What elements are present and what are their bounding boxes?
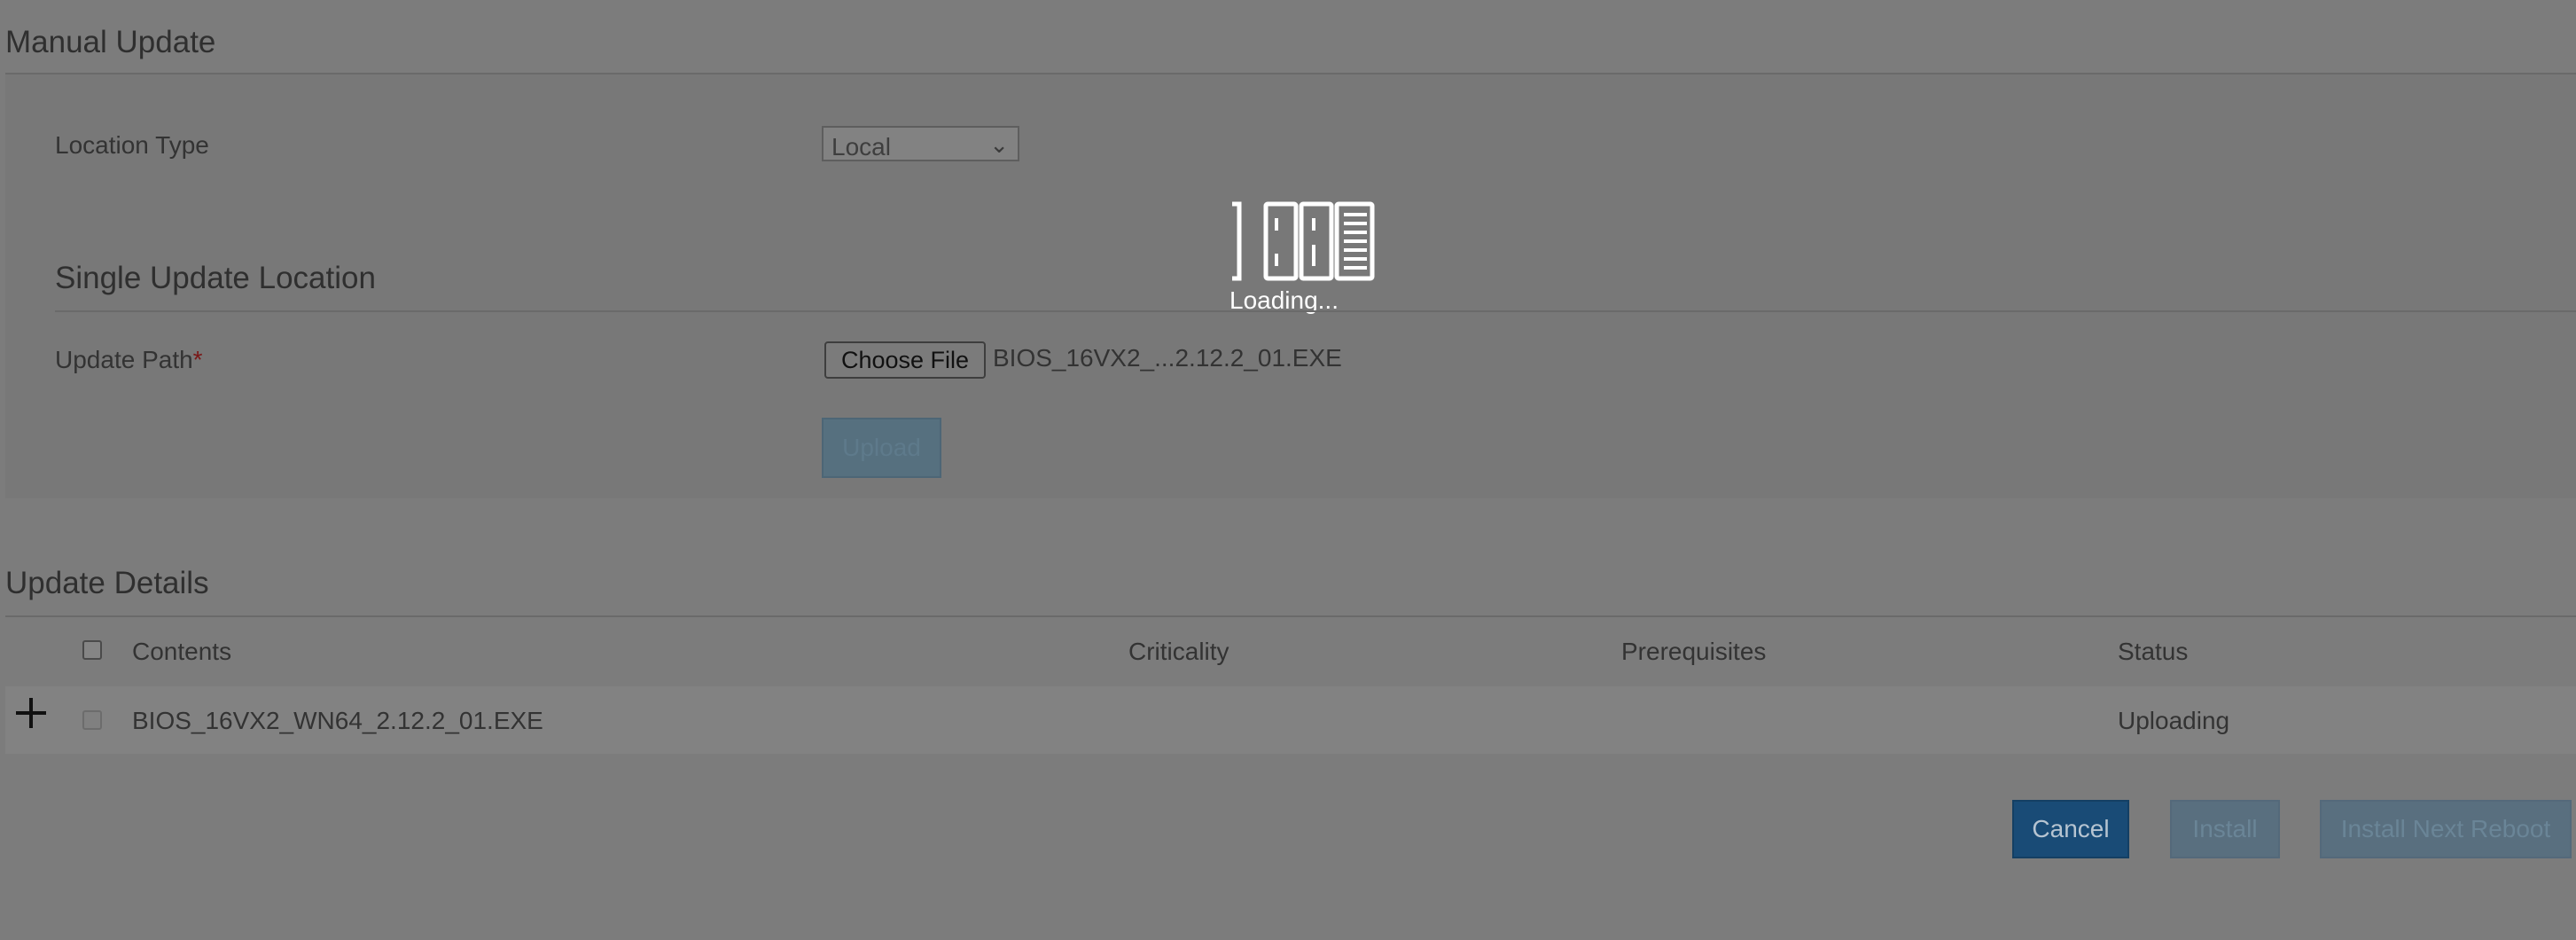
chevron-down-icon: ⌄: [989, 131, 1009, 158]
select-all-checkbox[interactable]: [82, 640, 102, 660]
column-header-contents[interactable]: Contents: [132, 638, 231, 666]
single-update-location-title: Single Update Location: [55, 261, 376, 295]
cancel-button[interactable]: Cancel: [2012, 800, 2129, 858]
location-type-select[interactable]: Local ⌄: [822, 126, 1019, 161]
manual-update-title: Manual Update: [5, 25, 216, 59]
column-header-status[interactable]: Status: [2118, 638, 2188, 666]
location-type-label: Location Type: [55, 131, 209, 159]
update-path-label: Update Path*: [55, 346, 203, 374]
location-type-value: Local: [831, 133, 891, 161]
expand-row-icon[interactable]: [16, 698, 46, 728]
row-status: Uploading: [2118, 707, 2230, 734]
choose-file-button[interactable]: Choose File: [824, 341, 986, 379]
update-path-label-text: Update Path: [55, 346, 193, 373]
required-marker: *: [192, 346, 203, 373]
loading-spinner-icon: [1232, 201, 1375, 281]
row-contents: BIOS_16VX2_WN64_2.12.2_01.EXE: [132, 707, 543, 734]
row-checkbox[interactable]: [82, 710, 102, 730]
selected-file-name: BIOS_16VX2_...2.12.2_01.EXE: [993, 344, 1342, 372]
update-details-divider: [5, 615, 2576, 617]
column-header-prerequisites[interactable]: Prerequisites: [1621, 638, 1766, 666]
update-details-title: Update Details: [5, 566, 209, 600]
column-header-criticality[interactable]: Criticality: [1128, 638, 1229, 666]
install-button[interactable]: Install: [2170, 800, 2280, 858]
single-update-divider: [55, 310, 2576, 312]
install-next-reboot-button[interactable]: Install Next Reboot: [2320, 800, 2572, 858]
upload-button[interactable]: Upload: [822, 418, 941, 478]
